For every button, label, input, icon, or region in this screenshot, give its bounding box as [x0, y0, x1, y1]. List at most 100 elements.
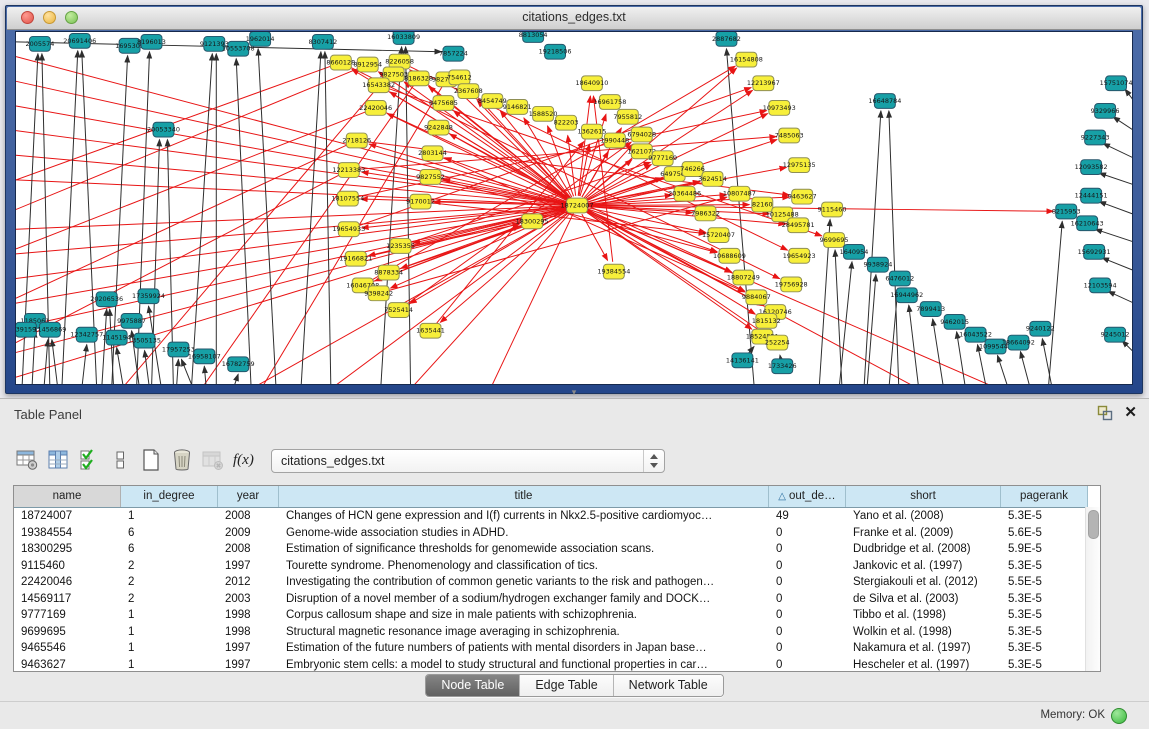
select-columns-button[interactable] [76, 447, 102, 473]
table-cell-year[interactable]: 2009 [218, 525, 279, 542]
column-header-out-degree[interactable]: △out_de… [769, 486, 846, 507]
column-header-name[interactable]: name [14, 486, 121, 507]
graph-edge[interactable] [32, 331, 35, 384]
table-cell-title[interactable]: Embryonic stem cells: a model to study s… [279, 657, 769, 673]
table-row[interactable]: 946362711997Embryonic stem cells: a mode… [14, 657, 1100, 673]
network-canvas[interactable]: 1872400718300295193845548660128891295482… [15, 31, 1133, 385]
memory-status-indicator[interactable] [1111, 708, 1127, 724]
graph-edge[interactable] [16, 206, 577, 328]
graph-edge[interactable] [1125, 89, 1132, 101]
table-cell-short[interactable]: Franke et al. (2009) [846, 525, 1001, 542]
column-header-short[interactable]: short [846, 486, 1001, 507]
column-header-title[interactable]: title [279, 486, 769, 507]
table-cell-year[interactable]: 1998 [218, 624, 279, 641]
table-cell-out_de[interactable]: 49 [769, 508, 846, 525]
graph-edge[interactable] [44, 340, 48, 384]
graph-edge[interactable] [1113, 117, 1132, 131]
graph-edge[interactable] [145, 350, 150, 384]
table-cell-in_degree[interactable]: 6 [121, 525, 218, 542]
table-cell-year[interactable]: 2003 [218, 591, 279, 608]
graph-edge[interactable] [593, 96, 612, 262]
table-cell-title[interactable]: Structural magnetic resonance image aver… [279, 624, 769, 641]
table-cell-short[interactable]: Nakamura et al. (1997) [846, 640, 1001, 657]
table-cell-in_degree[interactable]: 6 [121, 541, 218, 558]
table-cell-title[interactable]: Tourette syndrome. Phenomenology and cla… [279, 558, 769, 575]
table-cell-out_de[interactable]: 0 [769, 624, 846, 641]
table-cell-title[interactable]: Estimation of significance thresholds fo… [279, 541, 769, 558]
table-cell-name[interactable]: 19384554 [14, 525, 121, 542]
table-cell-name[interactable]: 14569117 [14, 591, 121, 608]
table-mode-button[interactable] [14, 447, 40, 473]
table-cell-year[interactable]: 1997 [218, 558, 279, 575]
graph-edge[interactable] [997, 355, 1008, 384]
table-cell-short[interactable]: Yano et al. (2008) [846, 508, 1001, 525]
graph-edge[interactable] [1048, 221, 1062, 384]
table-cell-out_de[interactable]: 0 [769, 657, 846, 673]
table-cell-pagerank[interactable]: 5.5E-5 [1001, 574, 1088, 591]
table-scrollbar[interactable] [1085, 507, 1100, 671]
table-cell-in_degree[interactable]: 1 [121, 640, 218, 657]
table-selector-dropdown[interactable]: citations_edges.txt [271, 449, 665, 473]
table-cell-title[interactable]: Estimation of the future numbers of pati… [279, 640, 769, 657]
table-cell-pagerank[interactable]: 5.3E-5 [1001, 640, 1088, 657]
graph-edge[interactable] [1099, 202, 1132, 215]
graph-edge[interactable] [1020, 351, 1030, 384]
tab-edge-table[interactable]: Edge Table [520, 675, 613, 696]
table-cell-year[interactable]: 2008 [218, 508, 279, 525]
graph-edge[interactable] [835, 250, 842, 384]
table-cell-pagerank[interactable]: 5.3E-5 [1001, 624, 1088, 641]
graph-edge[interactable] [867, 275, 876, 384]
table-cell-short[interactable]: Hescheler et al. (1997) [846, 657, 1001, 673]
graph-edge[interactable] [16, 63, 341, 180]
table-cell-name[interactable]: 18724007 [14, 508, 121, 525]
graph-edge[interactable] [1099, 173, 1132, 185]
table-cell-out_de[interactable]: 0 [769, 607, 846, 624]
table-scrollbar-thumb[interactable] [1088, 510, 1099, 539]
graph-edge[interactable] [957, 332, 966, 384]
graph-edge[interactable] [301, 52, 321, 384]
graph-edge[interactable] [117, 348, 124, 384]
graph-edge[interactable] [909, 305, 919, 384]
table-cell-pagerank[interactable]: 5.6E-5 [1001, 525, 1088, 542]
table-cell-out_de[interactable]: 0 [769, 640, 846, 657]
table-cell-name[interactable]: 9463627 [14, 657, 121, 673]
table-cell-in_degree[interactable]: 2 [121, 574, 218, 591]
graph-edge[interactable] [251, 206, 577, 384]
table-cell-title[interactable]: Corpus callosum shape and size in male p… [279, 607, 769, 624]
function-builder-button[interactable]: f(x) [233, 452, 254, 469]
graph-edge[interactable] [587, 205, 749, 206]
graph-edge[interactable] [82, 345, 87, 384]
table-cell-in_degree[interactable]: 1 [121, 657, 218, 673]
graph-edge[interactable] [176, 359, 178, 384]
table-cell-short[interactable]: Dudbridge et al. (2008) [846, 541, 1001, 558]
table-cell-out_de[interactable]: 0 [769, 525, 846, 542]
table-cell-title[interactable]: Disruption of a novel member of a sodium… [279, 591, 769, 608]
table-cell-title[interactable]: Changes of HCN gene expression and I(f) … [279, 508, 769, 525]
table-cell-pagerank[interactable]: 5.3E-5 [1001, 657, 1088, 673]
table-cell-out_de[interactable]: 0 [769, 574, 846, 591]
table-cell-short[interactable]: Wolkin et al. (1998) [846, 624, 1001, 641]
table-cell-year[interactable]: 1997 [218, 640, 279, 657]
table-cell-name[interactable]: 9699695 [14, 624, 121, 641]
graph-edge[interactable] [110, 309, 114, 384]
citation-graph[interactable]: 1872400718300295193845548660128891295482… [16, 32, 1132, 384]
graph-edge[interactable] [16, 106, 577, 206]
table-row[interactable]: 977716911998Corpus callosum shape and si… [14, 607, 1100, 624]
table-cell-pagerank[interactable]: 5.3E-5 [1001, 558, 1088, 575]
table-row[interactable]: 1830029562008Estimation of significance … [14, 541, 1100, 558]
graph-edge[interactable] [933, 319, 944, 384]
table-cell-year[interactable]: 2008 [218, 541, 279, 558]
clear-row-button[interactable] [107, 447, 133, 473]
table-row[interactable]: 911546021997Tourette syndrome. Phenomeno… [14, 558, 1100, 575]
table-cell-name[interactable]: 22420046 [14, 574, 121, 591]
table-cell-out_de[interactable]: 0 [769, 591, 846, 608]
panel-divider-grip[interactable]: ▾ [566, 388, 582, 397]
graph-edge[interactable] [325, 52, 331, 384]
column-header-year[interactable]: year [218, 486, 279, 507]
table-row[interactable]: 946554611997Estimation of the future num… [14, 640, 1100, 657]
table-row[interactable]: 1872400712008Changes of HCN gene express… [14, 508, 1100, 525]
column-header-in-degree[interactable]: in_degree [121, 486, 218, 507]
graph-edge[interactable] [102, 309, 107, 384]
table-row[interactable]: 1938455462009Genome-wide association stu… [14, 525, 1100, 542]
table-row[interactable]: 969969511998Structural magnetic resonanc… [14, 624, 1100, 641]
